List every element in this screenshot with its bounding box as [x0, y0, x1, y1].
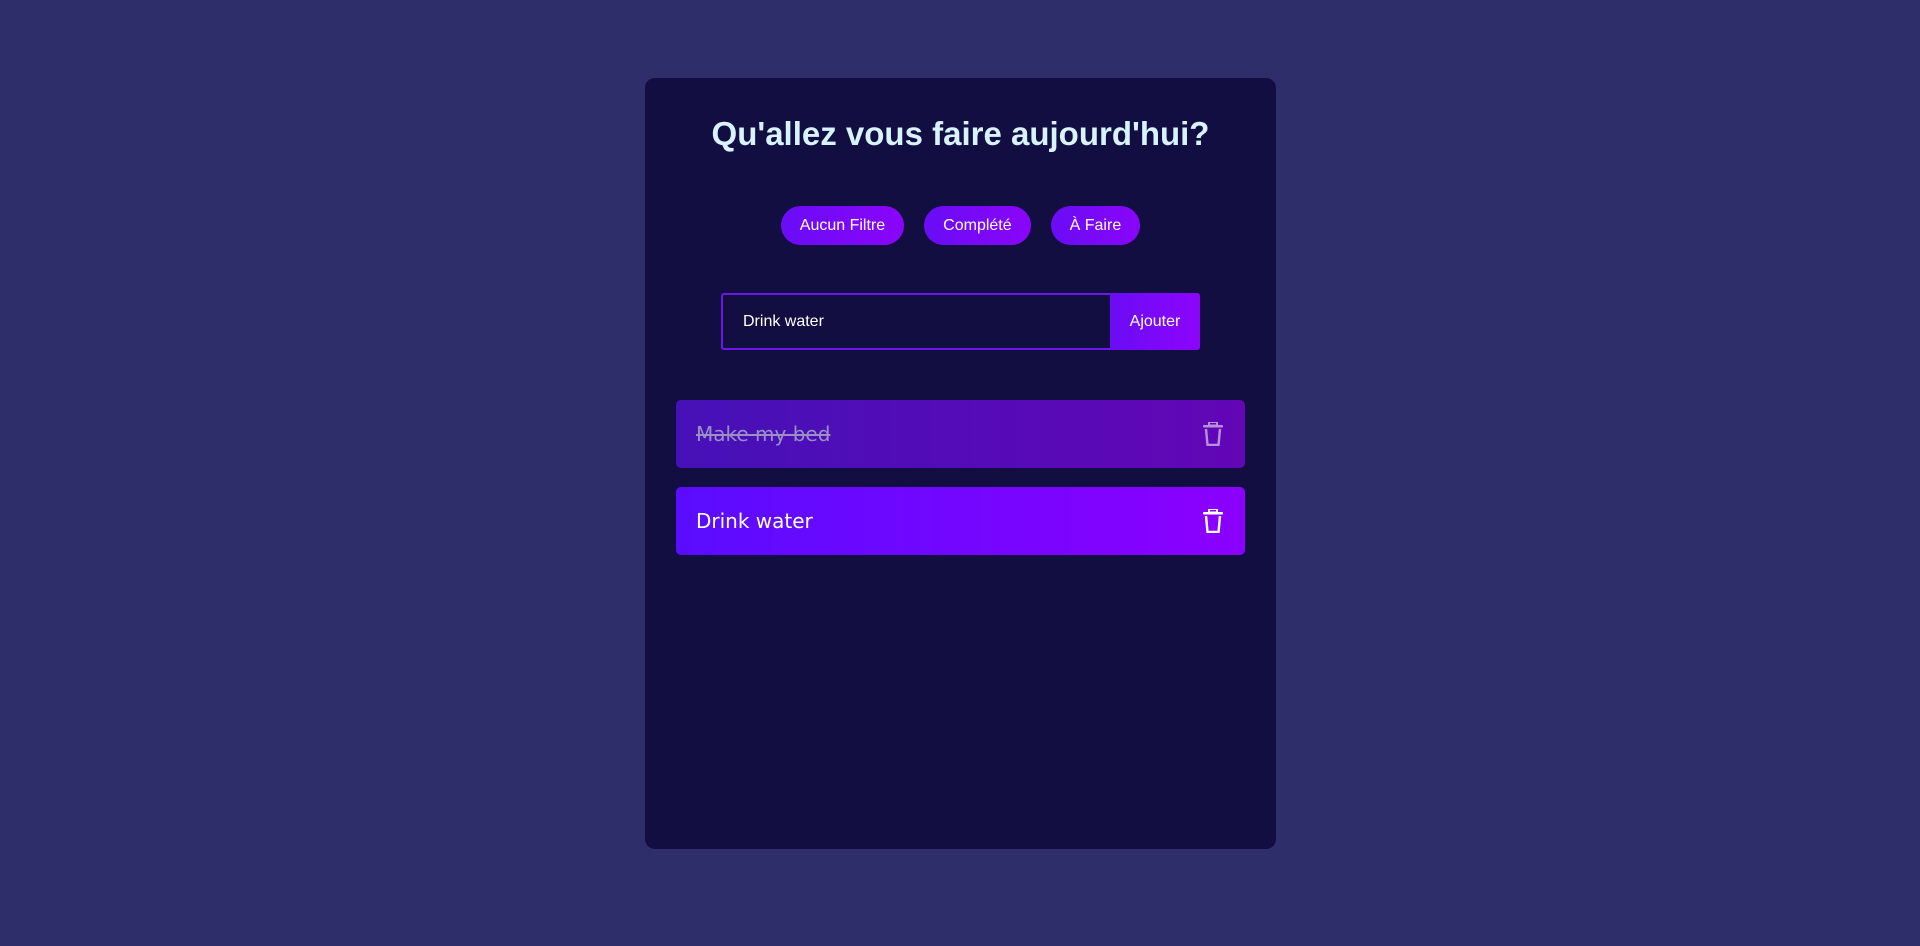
- todo-list: Make my bed Drink water: [676, 400, 1245, 574]
- page-title: Qu'allez vous faire aujourd'hui?: [711, 115, 1210, 152]
- todo-item-text: Drink water: [696, 509, 813, 533]
- todo-card: Qu'allez vous faire aujourd'hui? Aucun F…: [645, 78, 1276, 849]
- todo-item[interactable]: Make my bed: [676, 400, 1245, 468]
- trash-icon[interactable]: [1201, 421, 1225, 447]
- todo-item-text: Make my bed: [696, 422, 831, 446]
- add-button[interactable]: Ajouter: [1110, 293, 1200, 350]
- todo-item[interactable]: Drink water: [676, 487, 1245, 555]
- filter-todo-button[interactable]: À Faire: [1050, 206, 1141, 245]
- filter-all-button[interactable]: Aucun Filtre: [780, 206, 905, 245]
- todo-input[interactable]: [721, 293, 1110, 350]
- filter-completed-button[interactable]: Complété: [924, 206, 1031, 245]
- filter-bar: Aucun Filtre Complété À Faire: [645, 206, 1276, 245]
- trash-icon[interactable]: [1201, 508, 1225, 534]
- add-todo-form: Ajouter: [721, 293, 1200, 350]
